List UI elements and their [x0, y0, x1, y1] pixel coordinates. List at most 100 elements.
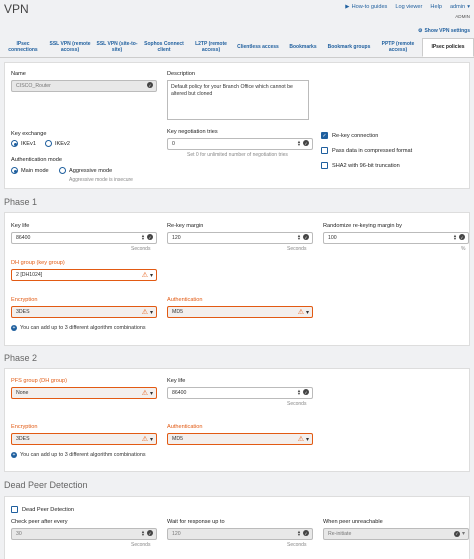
- valid-check-icon: ✓: [147, 530, 153, 536]
- phase2-title: Phase 2: [4, 353, 38, 363]
- check-peer-unit: Seconds: [131, 542, 151, 548]
- tab-bookmarks[interactable]: Bookmarks: [282, 38, 324, 57]
- rekey-margin-unit: Seconds: [287, 246, 307, 252]
- rekey-checkbox[interactable]: ✓ Re-key connection: [321, 132, 378, 139]
- valid-check-icon: ✓: [303, 234, 309, 240]
- key-life-input[interactable]: 86400 ▲ ▼ ✓: [167, 387, 313, 399]
- tab-clientless[interactable]: Clientless access: [234, 38, 282, 57]
- dpd-panel: Dead Peer Detection Check peer after eve…: [4, 496, 470, 559]
- dh-group-select[interactable]: 2 [DH1024] ⚠ ▾: [11, 269, 157, 281]
- warning-icon: ⚠: [297, 309, 304, 316]
- general-panel: Name CISCO_Router ✓ Description Default p…: [4, 62, 470, 189]
- warning-icon: ⚠: [141, 272, 148, 279]
- phase1-panel: Key life 86400 ▲ ▼ ✓ Seconds Re-key margin …: [4, 212, 470, 346]
- authentication-select[interactable]: MD5 ⚠ ▾: [167, 433, 313, 445]
- main-mode-radio[interactable]: Main mode: [11, 167, 49, 174]
- description-label: Description: [167, 71, 195, 77]
- aggressive-hint: Aggressive mode is insecure: [69, 177, 133, 183]
- key-negotiation-label: Key negotiation tries: [167, 129, 218, 135]
- help-link[interactable]: Help: [430, 4, 442, 10]
- tab-ssl-vpn-site[interactable]: SSL VPN (site-to-site): [94, 38, 140, 57]
- video-icon: ▶: [345, 4, 350, 10]
- warning-icon: ⚠: [297, 436, 304, 443]
- key-negotiation-hint: Set 0 for unlimited number of negotiatio…: [187, 152, 288, 158]
- spinner-icon[interactable]: ▲ ▼: [453, 234, 457, 241]
- aggressive-mode-radio[interactable]: Aggressive mode: [59, 167, 112, 174]
- chevron-down-icon: ▾: [305, 436, 309, 443]
- admin-role: ADMIN: [455, 14, 470, 19]
- spinner-icon[interactable]: ▲ ▼: [297, 389, 301, 396]
- rekey-margin-input[interactable]: 120 ▲ ▼ ✓: [167, 232, 313, 244]
- radio-off-icon: [59, 167, 66, 174]
- valid-check-icon: ✓: [303, 140, 309, 146]
- radio-off-icon: [45, 140, 52, 147]
- check-peer-label: Check peer after every: [11, 519, 68, 525]
- phase1-title: Phase 1: [4, 197, 38, 207]
- tab-ipsec-connections[interactable]: IPsec connections: [0, 38, 46, 57]
- dpd-checkbox[interactable]: Dead Peer Detection: [11, 506, 74, 513]
- check-peer-input[interactable]: 30 ▲ ▼ ✓: [11, 528, 157, 540]
- pfs-group-label: PFS group (DH group): [11, 378, 67, 384]
- randomize-label: Randomize re-keying margin by: [323, 223, 402, 229]
- key-life-unit: Seconds: [287, 401, 307, 407]
- rekey-margin-label: Re-key margin: [167, 223, 204, 229]
- warning-icon: ⚠: [141, 436, 148, 443]
- unreachable-select[interactable]: Re-initiate ✓ ▾: [323, 528, 469, 540]
- pass-data-checkbox[interactable]: Pass data in compressed format: [321, 147, 412, 154]
- tab-bookmark-groups[interactable]: Bookmark groups: [324, 38, 374, 57]
- admin-menu[interactable]: admin ▾: [450, 4, 470, 10]
- add-icon[interactable]: +: [11, 452, 17, 458]
- spinner-icon[interactable]: ▲ ▼: [297, 234, 301, 241]
- tab-l2tp[interactable]: L2TP (remote access): [188, 38, 234, 57]
- pfs-group-select[interactable]: None ⚠ ▾: [11, 387, 157, 399]
- checkbox-unchecked-icon: [11, 506, 18, 513]
- encryption-select[interactable]: 3DES ⚠ ▾: [11, 306, 157, 318]
- key-negotiation-input[interactable]: 0 ▲ ▼ ✓: [167, 138, 313, 150]
- how-to-guides-link[interactable]: ▶ How-to guides: [345, 4, 387, 10]
- checkbox-unchecked-icon: [321, 147, 328, 154]
- valid-check-icon: ✓: [459, 234, 465, 240]
- name-input[interactable]: CISCO_Router ✓: [11, 80, 157, 92]
- wait-response-input[interactable]: 120 ▲ ▼ ✓: [167, 528, 313, 540]
- ikev1-radio[interactable]: IKEv1: [11, 140, 36, 147]
- valid-check-icon: ✓: [303, 530, 309, 536]
- tab-bar: IPsec connections SSL VPN (remote access…: [0, 38, 474, 58]
- sha2-checkbox[interactable]: SHA2 with 96-bit truncation: [321, 162, 400, 169]
- tab-pptp[interactable]: PPTP (remote access): [374, 38, 422, 57]
- gear-icon: ⚙: [417, 28, 423, 34]
- wait-response-label: Wait for response up to: [167, 519, 225, 525]
- top-bar: VPN ▶ How-to guides Log viewer Help admin…: [0, 0, 474, 24]
- add-icon[interactable]: +: [11, 325, 17, 331]
- randomize-unit: %: [461, 246, 466, 252]
- tab-sophos-connect[interactable]: Sophos Connect client: [140, 38, 188, 57]
- top-links: ▶ How-to guides Log viewer Help admin ▾: [345, 4, 470, 10]
- spinner-icon[interactable]: ▲ ▼: [297, 140, 301, 147]
- authentication-select[interactable]: MD5 ⚠ ▾: [167, 306, 313, 318]
- spinner-icon[interactable]: ▲ ▼: [141, 530, 145, 537]
- spinner-icon[interactable]: ▲ ▼: [141, 234, 145, 241]
- tab-ipsec-policies[interactable]: IPsec policies: [422, 38, 474, 57]
- key-life-input[interactable]: 86400 ▲ ▼ ✓: [11, 232, 157, 244]
- log-viewer-link[interactable]: Log viewer: [395, 4, 422, 10]
- randomize-input[interactable]: 100 ▲ ▼ ✓: [323, 232, 469, 244]
- auth-mode-label: Authentication mode: [11, 157, 62, 163]
- show-vpn-settings-link[interactable]: ⚙ Show VPN settings: [418, 28, 470, 34]
- name-label: Name: [11, 71, 26, 77]
- description-textarea[interactable]: Default policy for your Branch Office wh…: [167, 80, 309, 120]
- chevron-down-icon: ▾: [149, 390, 153, 397]
- spinner-icon[interactable]: ▲ ▼: [297, 530, 301, 537]
- warning-icon: ⚠: [141, 390, 148, 397]
- key-exchange-label: Key exchange: [11, 131, 47, 137]
- valid-check-icon: ✓: [147, 234, 153, 240]
- page-title: VPN: [4, 2, 29, 16]
- dh-group-label: DH group (key group): [11, 260, 65, 266]
- unreachable-label: When peer unreachable: [323, 519, 383, 525]
- encryption-select[interactable]: 3DES ⚠ ▾: [11, 433, 157, 445]
- key-life-label: Key life: [167, 378, 186, 384]
- warning-icon: ⚠: [141, 309, 148, 316]
- valid-check-icon: ✓: [147, 82, 153, 88]
- tab-ssl-vpn-remote[interactable]: SSL VPN (remote access): [46, 38, 94, 57]
- add-combination-note: + You can add up to 3 different algorithm…: [11, 452, 146, 458]
- ikev2-radio[interactable]: IKEv2: [45, 140, 70, 147]
- wait-response-unit: Seconds: [287, 542, 307, 548]
